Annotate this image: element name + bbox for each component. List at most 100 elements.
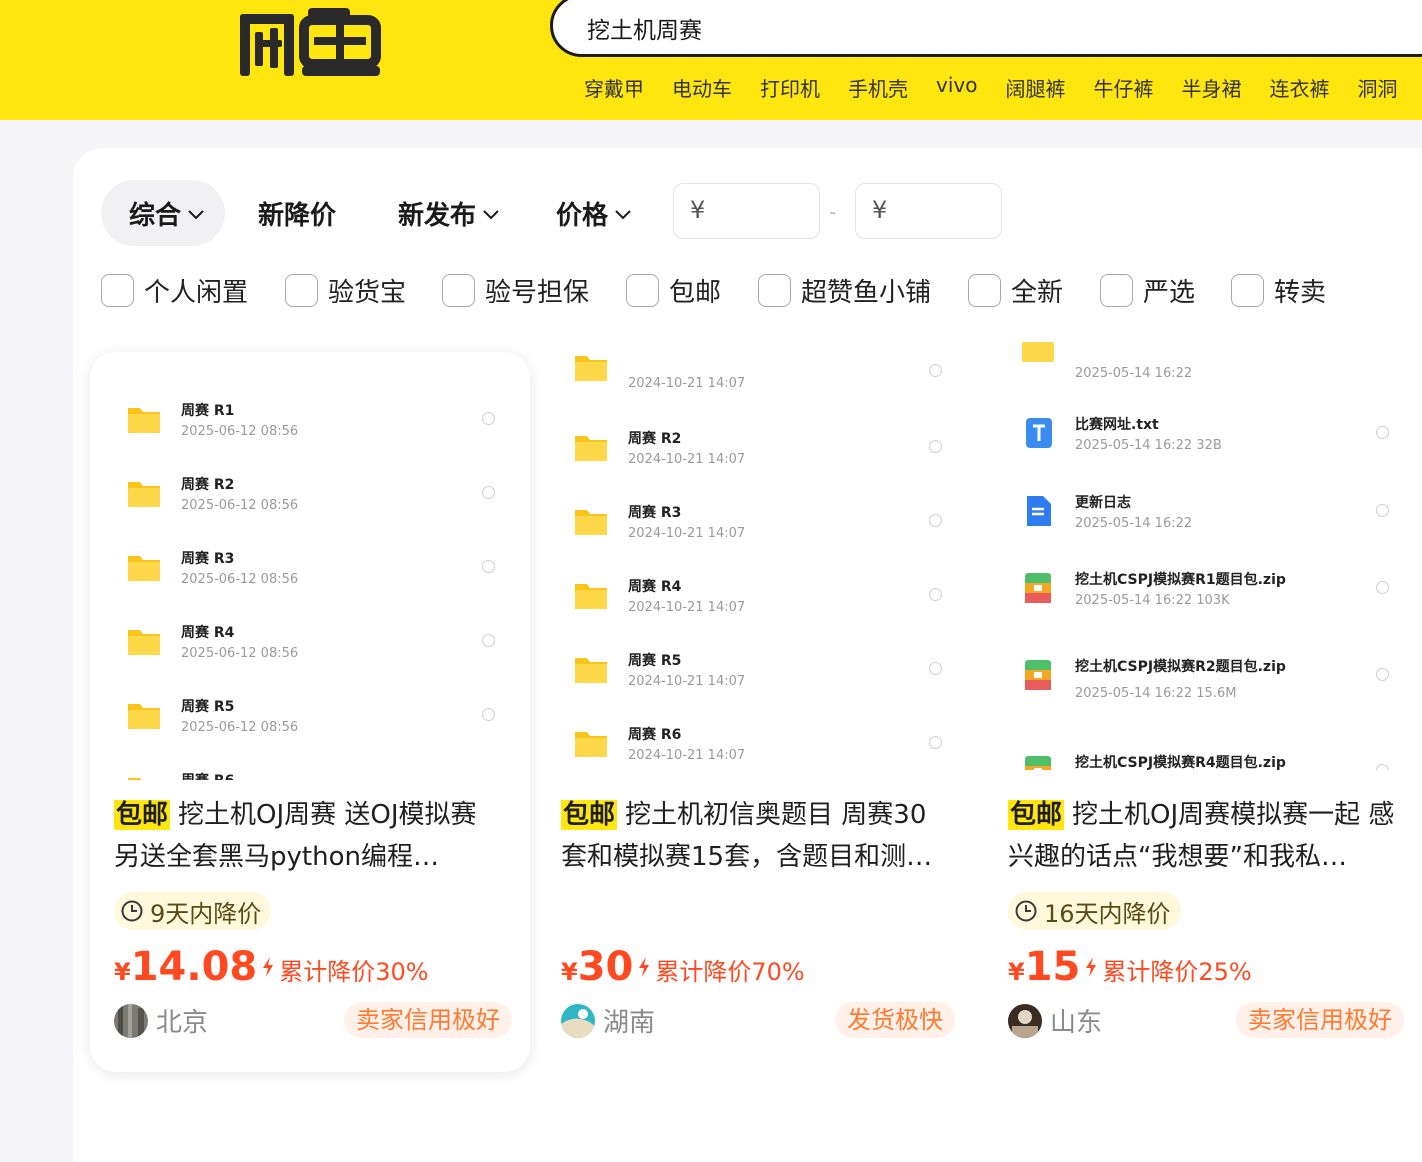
chevron-down-icon [615,209,631,219]
product-image[interactable]: 2024-10-21 14:07 周赛 R2 2024-10-21 14:07 … [544,348,970,776]
hot-link[interactable]: 阔腿裤 [1005,73,1065,102]
filter-resale[interactable]: 转卖 [1231,272,1326,309]
hot-link[interactable]: vivo [936,73,977,102]
checkbox[interactable] [968,274,1001,307]
lightning-icon [1086,957,1097,977]
file-name: 周赛 R2 [628,431,682,447]
min-price-placeholder: ¥ [690,196,706,224]
file-name: 比赛网址.txt [1075,417,1159,433]
checkbox[interactable] [1231,274,1264,307]
filter-label: 全新 [1011,278,1064,308]
hot-link[interactable]: 连衣裤 [1269,73,1329,102]
sort-price[interactable]: 价格 [556,180,632,246]
file-meta: 2024-10-21 14:07 [628,376,746,391]
zip-file-icon [1025,660,1051,690]
file-name: 挖土机CSPJ模拟赛R1题目包.zip [1075,572,1286,588]
folder-icon [575,732,607,757]
product-title[interactable]: 包邮 挖土机初信奥题目 周赛30套和模拟赛15套，含题目和测… [561,794,951,880]
sort-new-post[interactable]: 新发布 [398,180,500,246]
radio-icon [1376,764,1389,770]
checkbox[interactable] [101,274,134,307]
filter-top-shop[interactable]: 超赞鱼小铺 [758,272,931,309]
filter-brand-new[interactable]: 全新 [968,272,1063,309]
price-cut-text: 累计降价25% [1102,958,1252,986]
filter-label: 转卖 [1274,278,1327,308]
product-image[interactable]: 周赛 R1 2025-06-12 08:56 周赛 R2 2025-06-12 … [97,352,523,780]
hot-link[interactable]: 半身裙 [1181,73,1241,102]
filter-label: 超赞鱼小铺 [801,278,932,308]
file-meta: 2025-06-12 08:56 [181,572,299,587]
folder-icon [575,356,607,381]
checkbox[interactable] [1100,274,1133,307]
hot-link[interactable]: 电动车 [672,73,732,102]
seller-info: 北京 [114,1002,208,1039]
file-row: 更新日志 2025-05-14 16:22 [991,486,1417,546]
filter-free-shipping[interactable]: 包邮 [626,272,721,309]
hot-link[interactable]: 穿戴甲 [584,73,644,102]
file-row: 挖土机CSPJ模拟赛R4题目包.zip [991,746,1417,770]
checkbox[interactable] [442,274,475,307]
hot-link[interactable]: 手机壳 [848,73,908,102]
price-cut-text: 累计降价70% [655,958,805,986]
file-meta: 2025-05-14 16:22 [1075,366,1193,381]
checkbox[interactable] [626,274,659,307]
file-meta: 2025-06-12 08:56 [181,720,299,735]
file-meta: 2024-10-21 14:07 [628,600,746,615]
hot-link[interactable]: 牛仔裤 [1093,73,1153,102]
radio-icon [1376,504,1389,517]
product-image[interactable]: 2025-05-14 16:22 比赛网址.txt 2025-05-14 16:… [991,342,1422,770]
product-card[interactable]: 周赛 R1 2025-06-12 08:56 周赛 R2 2025-06-12 … [90,352,530,1072]
file-row: 比赛网址.txt 2025-05-14 16:22 32B [991,408,1417,468]
filter-personal[interactable]: 个人闲置 [101,272,248,309]
radio-icon [929,588,942,601]
lightning-icon [639,957,650,977]
radio-icon [929,662,942,675]
min-price-input[interactable]: ¥ [673,183,820,239]
sort-comprehensive[interactable]: 综合 [101,180,226,246]
filter-label: 验货宝 [328,278,407,308]
price-drop-text: 16天内降价 [1044,899,1171,928]
file-row: 周赛 R3 2025-06-12 08:56 [97,542,523,602]
radio-icon [1376,426,1389,439]
file-row: 挖土机CSPJ模拟赛R1题目包.zip 2025-05-14 16:22 103… [991,563,1417,623]
product-title[interactable]: 包邮 挖土机OJ周赛 送OJ模拟赛 另送全套黑马python编程… [114,794,504,880]
file-meta: 2024-10-21 14:07 [628,674,746,689]
file-name: 周赛 R3 [181,551,235,567]
free-shipping-tag: 包邮 [561,800,618,830]
avatar[interactable] [114,1003,148,1038]
product-title[interactable]: 包邮 挖土机OJ周赛模拟赛一起 感兴趣的话点“我想要”和我私… [1008,794,1398,880]
product-card[interactable]: 2024-10-21 14:07 周赛 R2 2024-10-21 14:07 … [537,348,977,1072]
hot-link[interactable]: 打印机 [760,73,820,102]
filter-selected[interactable]: 严选 [1100,272,1195,309]
filter-account-guarantee[interactable]: 验号担保 [442,272,589,309]
avatar[interactable] [1008,1003,1042,1038]
file-row: 周赛 R2 2024-10-21 14:07 [544,422,970,482]
file-row: 周赛 R2 2025-06-12 08:56 [97,468,523,528]
checkbox[interactable] [758,274,791,307]
filter-inspection[interactable]: 验货宝 [285,272,406,309]
sort-new-drop[interactable]: 新降价 [258,180,336,246]
file-name: 周赛 R5 [181,699,235,715]
xianyu-logo[interactable] [238,6,384,78]
filter-label: 个人闲置 [144,278,249,308]
file-row: 2024-10-21 14:07 [544,348,970,408]
product-card[interactable]: 2025-05-14 16:22 比赛网址.txt 2025-05-14 16:… [984,342,1422,1072]
file-row: 周赛 R5 2024-10-21 14:07 [544,644,970,704]
search-input[interactable]: 挖土机周赛 [587,11,702,45]
free-shipping-tag: 包邮 [1008,800,1065,830]
search-box[interactable]: 挖土机周赛 [550,0,1422,57]
credit-badge: 卖家信用极好 [344,1002,512,1038]
file-name: 周赛 R4 [628,579,682,595]
file-meta: 2025-06-12 08:56 [181,646,299,661]
folder-icon [575,658,607,683]
radio-icon [482,486,495,499]
max-price-input[interactable]: ¥ [855,183,1002,239]
free-shipping-tag: 包邮 [114,800,171,830]
avatar[interactable] [561,1003,595,1038]
file-row: 2025-05-14 16:22 [991,342,1417,402]
file-meta: 2025-06-12 08:56 [181,498,299,513]
checkbox[interactable] [285,274,318,307]
hot-link[interactable]: 洞洞 [1357,73,1397,102]
radio-icon [929,364,942,377]
sort-new-drop-label: 新降价 [258,200,337,231]
